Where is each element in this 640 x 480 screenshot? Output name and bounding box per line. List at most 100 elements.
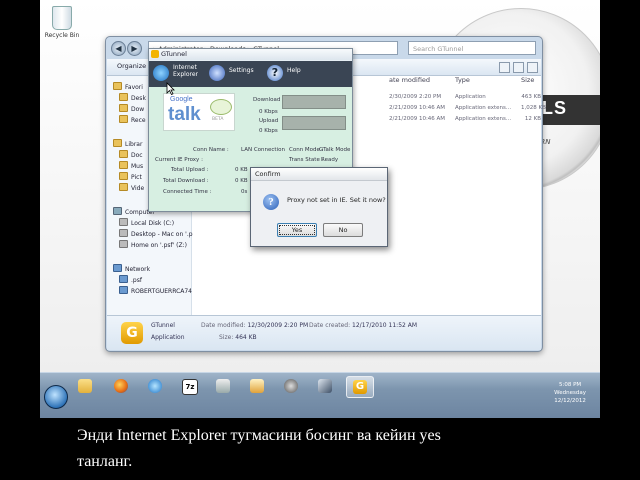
total-download-value: 0 KB — [235, 178, 248, 184]
google-talk-logo: Google talk BETA — [163, 93, 235, 131]
taskbar-settings[interactable] — [278, 376, 304, 396]
download-label: Download — [253, 97, 281, 103]
7zip-icon: 7z — [182, 379, 198, 395]
question-icon: ? — [263, 194, 279, 210]
nav-local-disk[interactable]: Local Disk (C:) — [119, 218, 174, 227]
row-2-type: Application extens... — [455, 105, 512, 111]
row-3-size: 12 KB — [524, 116, 541, 122]
column-date-modified[interactable]: ate modified — [389, 76, 430, 84]
taskbar-firefox[interactable] — [108, 376, 134, 396]
conn-name-label: Conn Name : — [193, 147, 229, 153]
total-download-label: Total Download : — [163, 178, 209, 184]
nav-desktop-mac[interactable]: Desktop - Mac on '.p — [119, 229, 193, 238]
nav-home-psf[interactable]: Home on '.psf' (Z:) — [119, 240, 187, 249]
desktop-screen: Recycle Bin ALS ERN ◀ ▶ ▸ Administrator … — [40, 0, 600, 418]
gtunnel-title-icon — [151, 50, 159, 58]
mouse-cursor-icon — [166, 82, 175, 95]
gear-icon — [209, 65, 225, 81]
nav-network[interactable]: Network — [113, 264, 150, 273]
nav-documents[interactable]: Doc — [119, 150, 143, 159]
taskbar-ie[interactable] — [142, 376, 168, 396]
upload-label: Upload — [259, 118, 279, 124]
taskbar-media[interactable] — [244, 376, 270, 396]
confirm-dialog: Confirm ? Proxy not set in IE. Set it no… — [250, 167, 388, 247]
taskbar-explorer[interactable] — [72, 376, 98, 396]
no-button[interactable]: No — [323, 223, 363, 237]
yes-button[interactable]: Yes — [277, 223, 317, 237]
column-size[interactable]: Size — [521, 76, 534, 84]
row-1-date: 2/30/2009 2:20 PM — [389, 94, 442, 100]
gtunnel-title: GTunnel — [161, 50, 187, 58]
row-3-date: 2/21/2009 10:46 AM — [389, 116, 446, 122]
forward-icon[interactable]: ▶ — [127, 41, 142, 56]
preview-icon[interactable] — [513, 62, 524, 73]
recycle-bin[interactable]: Recycle Bin — [44, 6, 80, 39]
conn-name-value: LAN Connection — [241, 147, 285, 153]
connected-time-label: Connected Time : — [163, 189, 212, 195]
details-created-value: 12/17/2010 11:52 AM — [352, 322, 418, 329]
nav-psf[interactable]: .psf — [119, 275, 142, 284]
taskbar-telescope[interactable] — [312, 376, 338, 396]
trans-state-value: Ready — [321, 157, 339, 163]
media-icon — [250, 379, 264, 393]
recycle-bin-icon — [52, 6, 72, 30]
subtitle-line-1: Энди Internet Explorer тугмасини босинг … — [77, 427, 441, 444]
tab-settings[interactable]: Settings — [209, 64, 265, 84]
gtunnel-icon: G — [353, 380, 367, 394]
nav-robertguerrca[interactable]: ROBERTGUERRCA74 — [119, 286, 192, 295]
total-upload-label: Total Upload : — [171, 167, 209, 173]
view-icon[interactable] — [499, 62, 510, 73]
details-type: Application — [151, 334, 185, 341]
search-input[interactable]: Search GTunnel — [408, 41, 536, 55]
taskbar: 7z G 5:08 PM Wednesday 12/12/2012 — [40, 372, 600, 418]
connected-time-value: 0s — [241, 189, 248, 195]
nav-recent[interactable]: Rece — [119, 115, 146, 124]
clock-time: 5:08 PM — [558, 382, 582, 388]
nav-downloads[interactable]: Dow — [119, 104, 144, 113]
nav-music[interactable]: Mus — [119, 161, 143, 170]
settings-icon — [284, 379, 298, 393]
download-rate: 0 Kbps — [259, 109, 278, 115]
conn-mode-value: GTalk Mode — [319, 147, 351, 153]
confirm-message: Proxy not set in IE. Set it now? — [287, 196, 386, 204]
details-modified-value: 12/30/2009 2:20 PM — [247, 322, 309, 329]
gtunnel-toolbar: Internet Explorer Settings ? Help — [149, 61, 352, 87]
column-type[interactable]: Type — [455, 76, 470, 84]
taskbar-gtunnel[interactable]: G — [346, 376, 374, 398]
row-2-date: 2/21/2009 10:46 AM — [389, 105, 446, 111]
nav-videos[interactable]: Vide — [119, 183, 144, 192]
details-name: GTunnel — [151, 322, 175, 329]
clock-date: 12/12/2012 — [554, 398, 586, 404]
tab-internet-explorer[interactable]: Internet Explorer — [153, 64, 209, 84]
nav-pictures[interactable]: Pict — [119, 172, 142, 181]
taskbar-tool[interactable] — [210, 376, 236, 396]
explorer-icon — [78, 379, 92, 393]
gtunnel-file-icon: G — [121, 322, 143, 344]
ie-icon — [148, 379, 162, 393]
nav-libraries[interactable]: Librar — [113, 139, 142, 148]
nav-desktop[interactable]: Desk — [119, 93, 146, 102]
subtitle-caption: Энди Internet Explorer тугмасини босинг … — [77, 423, 617, 475]
clock-day: Wednesday — [554, 390, 586, 396]
details-size-value: 464 KB — [235, 334, 257, 341]
download-meter — [282, 95, 346, 109]
ie-proxy-label: Current IE Proxy : — [155, 157, 203, 163]
firefox-icon — [114, 379, 128, 393]
help-icon: ? — [267, 65, 283, 81]
back-icon[interactable]: ◀ — [111, 41, 126, 56]
details-modified-label: Date modified: — [201, 322, 246, 329]
confirm-title: Confirm — [251, 168, 387, 181]
row-2-size: 1,028 KB — [521, 105, 546, 111]
taskbar-clock[interactable]: 5:08 PM Wednesday 12/12/2012 — [554, 381, 586, 405]
taskbar-7zip[interactable]: 7z — [176, 376, 202, 396]
tab-help[interactable]: ? Help — [267, 64, 317, 84]
details-size-label: Size: — [219, 334, 234, 341]
chat-bubble-icon — [210, 99, 232, 115]
upload-rate: 0 Kbps — [259, 128, 278, 134]
trans-state-label: Trans State : — [289, 157, 324, 163]
nav-favorites[interactable]: Favori — [113, 82, 143, 91]
start-button[interactable] — [44, 385, 68, 409]
gtunnel-titlebar: GTunnel — [149, 49, 352, 60]
organize-button[interactable]: Organize — [117, 62, 146, 70]
help-icon[interactable] — [527, 62, 538, 73]
